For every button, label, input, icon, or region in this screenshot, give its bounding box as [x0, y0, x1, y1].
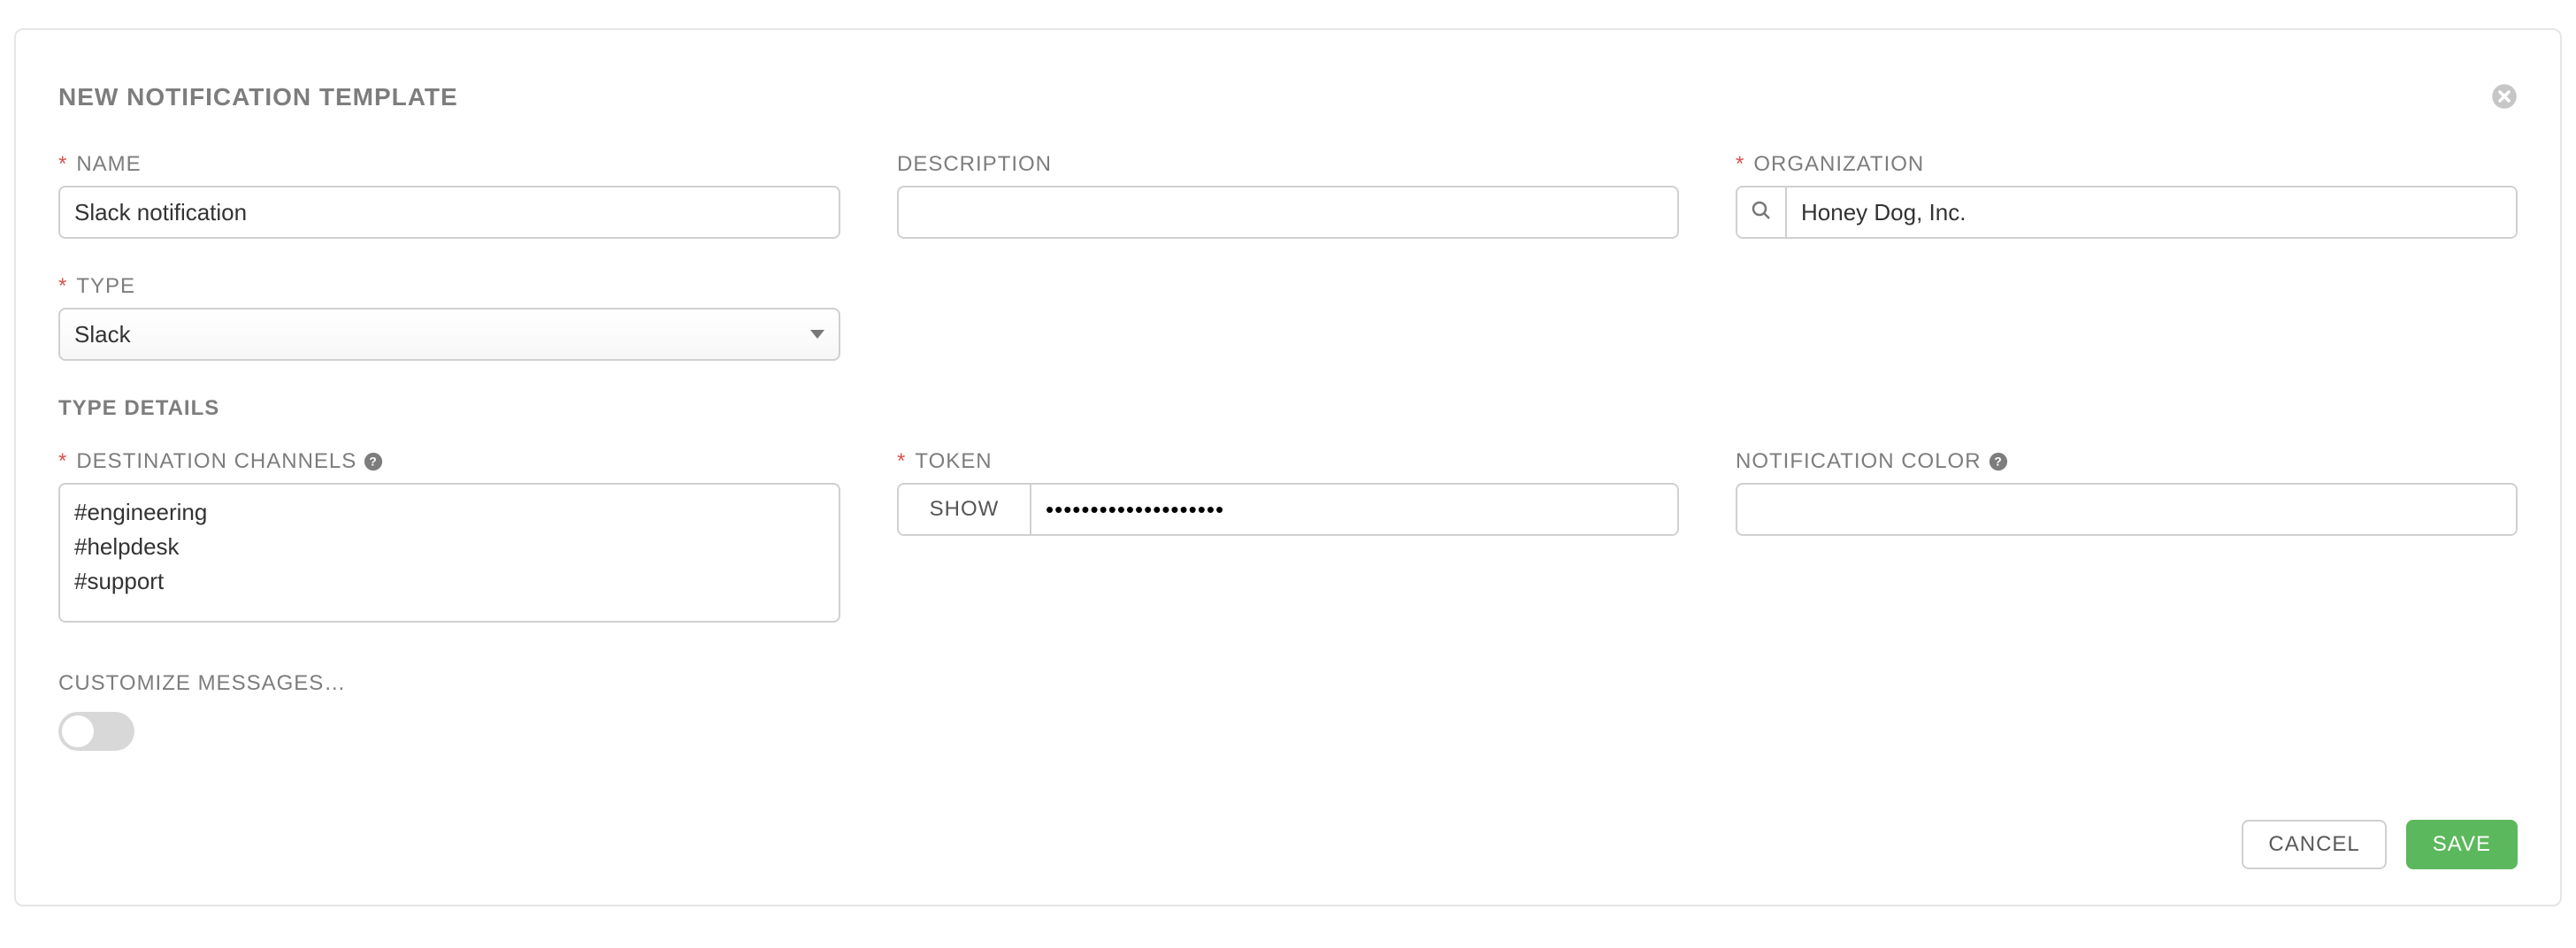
required-marker: * — [58, 449, 67, 474]
type-details-heading: TYPE DETAILS — [58, 396, 2518, 421]
svg-text:?: ? — [370, 455, 378, 469]
required-marker: * — [1736, 152, 1744, 177]
name-label: *NAME — [58, 152, 840, 177]
customize-messages-label: CUSTOMIZE MESSAGES… — [58, 671, 2518, 696]
chevron-down-icon — [810, 330, 824, 339]
required-marker: * — [58, 274, 67, 299]
toggle-knob — [62, 715, 94, 747]
organization-input[interactable] — [1787, 187, 2516, 237]
destination-channels-input[interactable] — [58, 483, 840, 623]
close-icon[interactable] — [2491, 83, 2518, 110]
type-select-value: Slack — [74, 321, 131, 348]
description-input[interactable] — [897, 186, 1679, 239]
notification-template-panel: NEW NOTIFICATION TEMPLATE *NAME DESCRIPT… — [14, 28, 2562, 906]
notification-color-input[interactable] — [1736, 483, 2518, 536]
type-select[interactable]: Slack — [58, 308, 840, 361]
save-button[interactable]: SAVE — [2406, 820, 2518, 869]
description-label: DESCRIPTION — [897, 152, 1679, 177]
token-show-button[interactable]: SHOW — [899, 485, 1031, 534]
svg-text:?: ? — [1994, 455, 2002, 469]
help-icon[interactable]: ? — [1989, 452, 2008, 471]
destination-channels-label: *DESTINATION CHANNELS ? — [58, 449, 840, 474]
name-input[interactable] — [58, 186, 840, 239]
search-icon — [1751, 200, 1772, 226]
token-label: *TOKEN — [897, 449, 1679, 474]
required-marker: * — [897, 449, 906, 474]
required-marker: * — [58, 152, 67, 177]
panel-title: NEW NOTIFICATION TEMPLATE — [58, 83, 2518, 111]
type-label: *TYPE — [58, 274, 840, 299]
token-input[interactable] — [1031, 485, 1677, 534]
organization-label: *ORGANIZATION — [1736, 152, 2518, 177]
notification-color-label: NOTIFICATION COLOR ? — [1736, 449, 2518, 474]
organization-lookup-button[interactable] — [1737, 187, 1787, 237]
cancel-button[interactable]: CANCEL — [2242, 820, 2386, 869]
customize-messages-toggle[interactable] — [58, 712, 134, 751]
help-icon[interactable]: ? — [364, 452, 383, 471]
